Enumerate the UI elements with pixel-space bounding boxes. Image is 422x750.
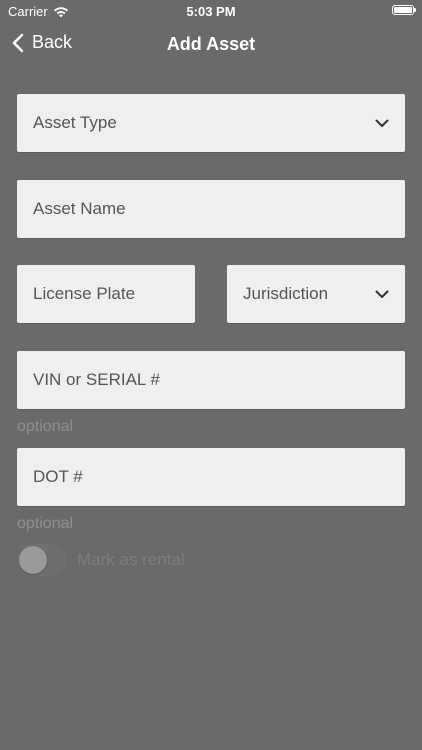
jurisdiction-select[interactable]: Jurisdiction: [227, 265, 405, 323]
license-plate-placeholder: License Plate: [33, 284, 136, 303]
dot-input[interactable]: DOT #: [17, 448, 405, 506]
rental-toggle-label: Mark as rental: [77, 550, 185, 569]
toggle-knob: [19, 546, 47, 574]
status-time: 5:03 PM: [186, 4, 236, 19]
license-plate-input[interactable]: License Plate: [17, 265, 195, 323]
navigation-bar: Back Add Asset: [0, 24, 422, 64]
vin-placeholder: VIN or SERIAL #: [33, 370, 160, 389]
status-bar: Carrier 5:03 PM: [0, 0, 422, 22]
asset-type-label: Asset Type: [33, 113, 117, 132]
battery-icon: [392, 5, 416, 15]
asset-name-input[interactable]: Asset Name: [17, 180, 405, 238]
dot-helper-text: optional: [17, 515, 74, 532]
jurisdiction-label: Jurisdiction: [243, 284, 329, 303]
dot-placeholder: DOT #: [33, 467, 83, 486]
asset-type-select[interactable]: Asset Type: [17, 94, 405, 152]
chevron-down-icon: [375, 289, 389, 299]
vin-helper-text: optional: [17, 418, 74, 435]
rental-toggle[interactable]: [17, 544, 67, 576]
vin-input[interactable]: VIN or SERIAL #: [17, 351, 405, 409]
chevron-down-icon: [375, 118, 389, 128]
asset-name-placeholder: Asset Name: [33, 199, 126, 218]
page-title: Add Asset: [166, 34, 256, 54]
